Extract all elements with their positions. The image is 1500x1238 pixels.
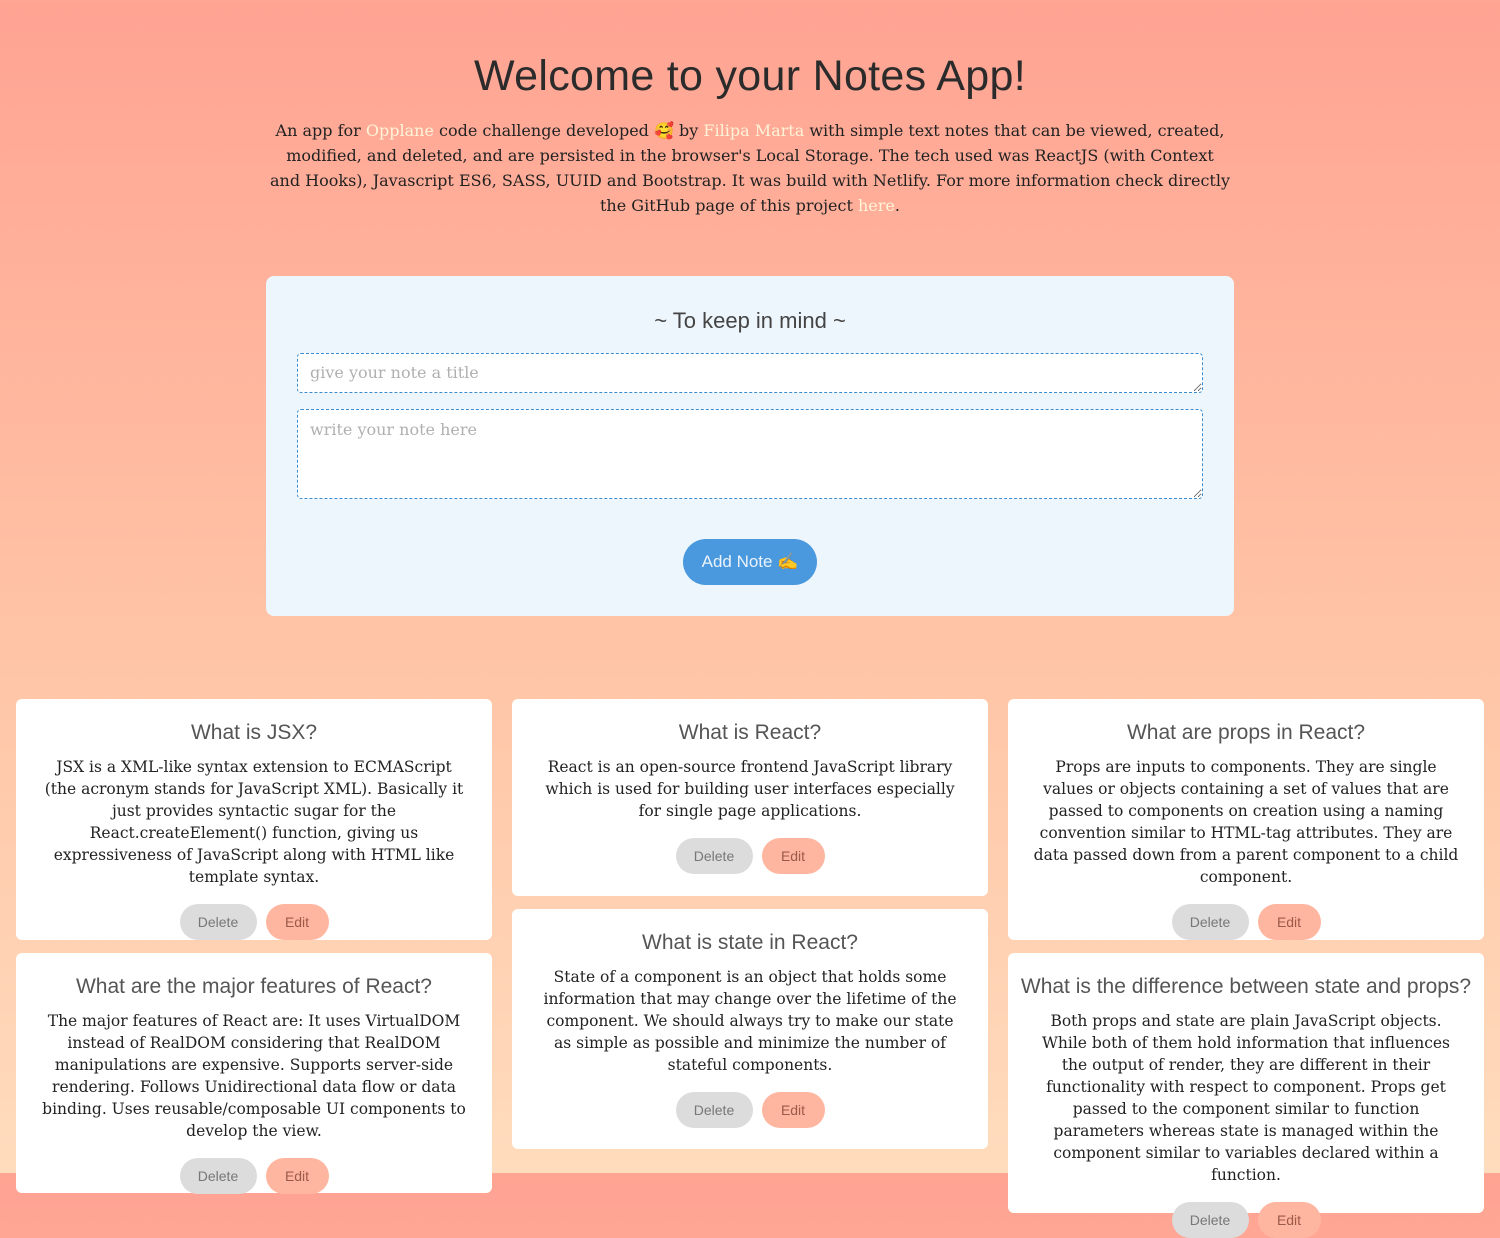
github-link[interactable]: here <box>858 196 895 215</box>
delete-button[interactable]: Delete <box>1171 904 1249 940</box>
author-link[interactable]: Filipa Marta <box>703 121 804 140</box>
note-title: What is the difference between state and… <box>1020 975 1472 998</box>
note-body: State of a component is an object that h… <box>543 968 957 1074</box>
composer-heading: ~ To keep in mind ~ <box>654 308 846 333</box>
note-title: What is React? <box>678 721 822 744</box>
note-card: What is state in React? State of a compo… <box>512 909 988 1149</box>
note-actions: Delete Edit <box>16 1158 492 1194</box>
note-actions: Delete Edit <box>1008 904 1484 940</box>
note-card: What are the major features of React? Th… <box>16 953 492 1194</box>
edit-button[interactable]: Edit <box>265 904 329 940</box>
note-body: JSX is a XML-like syntax extension to EC… <box>44 758 464 886</box>
intro-text-part: An app for <box>275 121 366 140</box>
note-actions: Delete Edit <box>512 1092 988 1128</box>
note-card: What is React? React is an open-source f… <box>512 699 988 896</box>
opplane-link[interactable]: Opplane <box>366 121 434 140</box>
note-body-input[interactable] <box>297 409 1203 499</box>
note-actions: Delete Edit <box>1008 1202 1484 1238</box>
edit-button[interactable]: Edit <box>265 1158 329 1194</box>
delete-button[interactable]: Delete <box>1171 1202 1249 1238</box>
edit-button[interactable]: Edit <box>1257 904 1321 940</box>
intro-text: An app for Opplane code challenge develo… <box>270 118 1230 218</box>
note-title: What is JSX? <box>190 721 318 744</box>
delete-button[interactable]: Delete <box>675 838 753 874</box>
note-title-input[interactable] <box>297 353 1203 393</box>
note-card: What is the difference between state and… <box>1008 953 1484 1238</box>
edit-button[interactable]: Edit <box>761 838 825 874</box>
note-actions: Delete Edit <box>16 904 492 940</box>
note-actions: Delete Edit <box>512 838 988 874</box>
note-card: What is JSX? JSX is a XML-like syntax ex… <box>16 699 492 940</box>
add-note-button[interactable]: Add Note ✍️ <box>683 539 817 585</box>
page-title: Welcome to your Notes App! <box>474 52 1026 100</box>
note-body: The major features of React are: It uses… <box>42 1012 466 1140</box>
note-title: What are props in React? <box>1126 721 1366 744</box>
edit-button[interactable]: Edit <box>1257 1202 1321 1238</box>
note-title: What are the major features of React? <box>75 975 432 998</box>
edit-button[interactable]: Edit <box>761 1092 825 1128</box>
intro-text-part: . <box>894 196 900 215</box>
delete-button[interactable]: Delete <box>179 1158 257 1194</box>
note-title: What is state in React? <box>642 931 858 954</box>
delete-button[interactable]: Delete <box>179 904 257 940</box>
intro-text-part: code challenge developed 🥰 by <box>433 121 704 140</box>
note-body: Props are inputs to components. They are… <box>1033 758 1459 886</box>
note-body: Both props and state are plain JavaScrip… <box>1041 1012 1451 1184</box>
note-card: What are props in React? Props are input… <box>1008 699 1484 940</box>
delete-button[interactable]: Delete <box>675 1092 753 1128</box>
note-body: React is an open-source frontend JavaScr… <box>545 758 955 820</box>
